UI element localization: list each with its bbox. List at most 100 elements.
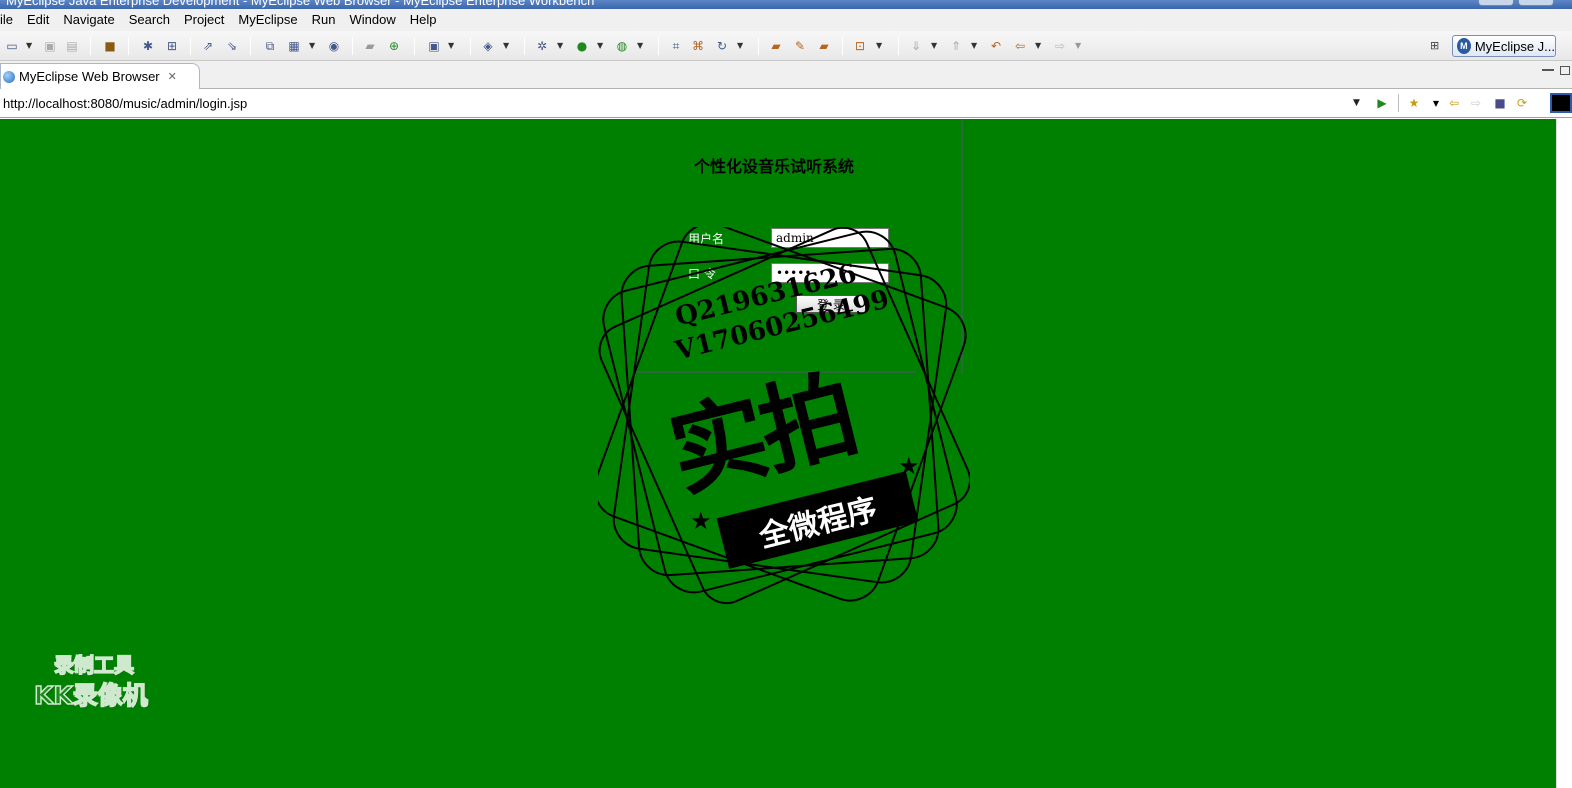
menu-bar: ile Edit Navigate Search Project MyEclip… xyxy=(0,9,1572,31)
toolbar-separator xyxy=(898,37,899,55)
external-tools-dropdown-icon[interactable]: ▼ xyxy=(637,41,645,51)
tab-myeclipse-web-browser[interactable]: MyEclipse Web Browser ✕ xyxy=(0,63,200,89)
forward-dropdown-icon[interactable]: ▼ xyxy=(1075,41,1083,51)
tab-label: MyEclipse Web Browser xyxy=(19,69,160,84)
debug-dropdown-icon[interactable]: ▼ xyxy=(557,41,565,51)
toolbar-separator xyxy=(352,37,353,55)
debug-server-icon[interactable]: ✱ xyxy=(140,38,156,54)
search-folder-dropdown-icon[interactable]: ▼ xyxy=(876,41,884,51)
window-title-bar: MyEclipse Java Enterprise Development - … xyxy=(0,0,1572,9)
browser-refresh-icon[interactable]: ⟳ xyxy=(1514,95,1530,111)
username-input[interactable] xyxy=(771,228,889,248)
vertical-scrollbar[interactable] xyxy=(1556,119,1572,788)
open-type-icon[interactable]: ⌗ xyxy=(668,38,684,54)
minimize-view-icon[interactable] xyxy=(1542,65,1554,71)
browser-forward-icon[interactable]: ⇨ xyxy=(1468,95,1484,111)
browser-globe-icon[interactable]: ◉ xyxy=(326,38,342,54)
toolbar-separator xyxy=(524,37,525,55)
open-folder-2-icon[interactable]: ▰ xyxy=(768,38,784,54)
main-toolbar: ▭ ▼ ▣ ▤ ■ ✱ ⊞ ⇗ ⇘ ⧉ ▦ ▼ ◉ ▰ ⊕ ▣ ▼ ◈ ▼ ✲ … xyxy=(0,31,1572,61)
new-icon[interactable]: ▭ xyxy=(4,38,20,54)
menu-window[interactable]: Window xyxy=(343,10,403,30)
minimize-button[interactable] xyxy=(1478,0,1514,6)
open-folder-icon[interactable]: ▰ xyxy=(362,38,378,54)
toolbar-separator xyxy=(470,37,471,55)
new-dropdown-icon[interactable]: ▼ xyxy=(26,41,34,51)
prev-annotation-icon[interactable]: ⇑ xyxy=(948,38,964,54)
jsp-dropdown-icon[interactable]: ▼ xyxy=(309,41,317,51)
toolbar-separator xyxy=(90,37,91,55)
toolbar-separator xyxy=(128,37,129,55)
debug-icon[interactable]: ✲ xyxy=(534,38,550,54)
menu-help[interactable]: Help xyxy=(403,10,444,30)
add-icon[interactable]: ⊕ xyxy=(386,38,402,54)
toolbar-separator xyxy=(414,37,415,55)
stop-icon[interactable]: ■ xyxy=(1492,95,1508,111)
next-annotation-dropdown-icon[interactable]: ▼ xyxy=(931,41,939,51)
folder-open-icon[interactable]: ▰ xyxy=(816,38,832,54)
forward-icon[interactable]: ⇨ xyxy=(1052,38,1068,54)
search-folder-icon[interactable]: ⊡ xyxy=(852,38,868,54)
perspective-switcher-button[interactable]: M MyEclipse J... xyxy=(1452,35,1556,57)
browser-viewport: 个性化设音乐试听系统 用户名 口 令 登 录 Q219631626 V17060… xyxy=(0,119,1556,788)
run-icon[interactable]: ● xyxy=(574,38,590,54)
toolbar-separator xyxy=(758,37,759,55)
close-icon[interactable]: ✕ xyxy=(168,70,177,83)
browser-back-icon[interactable]: ⇦ xyxy=(1446,95,1462,111)
prev-annotation-dropdown-icon[interactable]: ▼ xyxy=(971,41,979,51)
menu-navigate[interactable]: Navigate xyxy=(56,10,121,30)
new-class-icon[interactable]: ◈ xyxy=(480,38,496,54)
star-icon: ★ xyxy=(690,507,712,535)
browser-status-box xyxy=(1550,93,1572,113)
favorites-dropdown-icon[interactable]: ▼ xyxy=(1428,95,1444,111)
save-icon[interactable]: ▣ xyxy=(42,38,58,54)
url-history-dropdown-icon[interactable]: ▼ xyxy=(1353,98,1360,108)
run-dropdown-icon[interactable]: ▼ xyxy=(597,41,605,51)
menu-search[interactable]: Search xyxy=(122,10,177,30)
favorites-icon[interactable]: ★ xyxy=(1406,95,1422,111)
globe-icon xyxy=(3,70,15,83)
package-icon[interactable]: ■ xyxy=(102,38,118,54)
open-perspective-icon[interactable]: ⊞ xyxy=(1430,39,1444,53)
new-web-project-icon[interactable]: ⧉ xyxy=(262,38,278,54)
maximize-view-icon[interactable] xyxy=(1560,66,1570,75)
new-class-dropdown-icon[interactable]: ▼ xyxy=(503,41,511,51)
myeclipse-logo-icon: M xyxy=(1457,38,1471,54)
menu-project[interactable]: Project xyxy=(177,10,231,30)
pen-icon[interactable]: ✎ xyxy=(792,38,808,54)
page-title: 个性化设音乐试听系统 xyxy=(693,157,854,176)
open-resource-icon[interactable]: ⌘ xyxy=(690,38,706,54)
deploy-icon[interactable]: ⇗ xyxy=(200,38,216,54)
toolbar-separator xyxy=(250,37,251,55)
menu-file[interactable]: ile xyxy=(0,10,20,30)
back-dropdown-icon[interactable]: ▼ xyxy=(1035,41,1043,51)
window-title: MyEclipse Java Enterprise Development - … xyxy=(6,0,595,8)
refresh-icon[interactable]: ↻ xyxy=(714,38,730,54)
server-icon[interactable]: ⊞ xyxy=(164,38,180,54)
print-icon[interactable]: ▤ xyxy=(64,38,80,54)
last-edit-icon[interactable]: ↶ xyxy=(988,38,1004,54)
new-jsp-icon[interactable]: ▦ xyxy=(286,38,302,54)
watermark-banner-text: 全微程序 xyxy=(755,491,881,555)
star-icon: ★ xyxy=(898,452,920,480)
maximize-button[interactable] xyxy=(1518,0,1554,6)
undeploy-icon[interactable]: ⇘ xyxy=(224,38,240,54)
menu-myeclipse[interactable]: MyEclipse xyxy=(231,10,304,30)
go-icon[interactable]: ▶ xyxy=(1374,95,1390,111)
refresh-dropdown-icon[interactable]: ▼ xyxy=(737,41,745,51)
menu-run[interactable]: Run xyxy=(305,10,343,30)
url-input[interactable] xyxy=(0,92,1350,114)
toolbar-separator xyxy=(842,37,843,55)
recorder-watermark-line2: KK录像机 xyxy=(33,680,148,711)
back-icon[interactable]: ⇦ xyxy=(1012,38,1028,54)
menu-edit[interactable]: Edit xyxy=(20,10,56,30)
next-annotation-icon[interactable]: ⇓ xyxy=(908,38,924,54)
username-label: 用户名 xyxy=(688,232,725,246)
screenshot-dropdown-icon[interactable]: ▼ xyxy=(448,41,456,51)
address-separator xyxy=(1398,94,1399,112)
toolbar-separator xyxy=(190,37,191,55)
browser-address-bar: ▼ ▶ ★ ▼ ⇦ ⇨ ■ ⟳ xyxy=(0,89,1572,118)
external-tools-icon[interactable]: ◍ xyxy=(614,38,630,54)
password-label: 口 令 xyxy=(688,267,716,281)
screenshot-icon[interactable]: ▣ xyxy=(426,38,442,54)
